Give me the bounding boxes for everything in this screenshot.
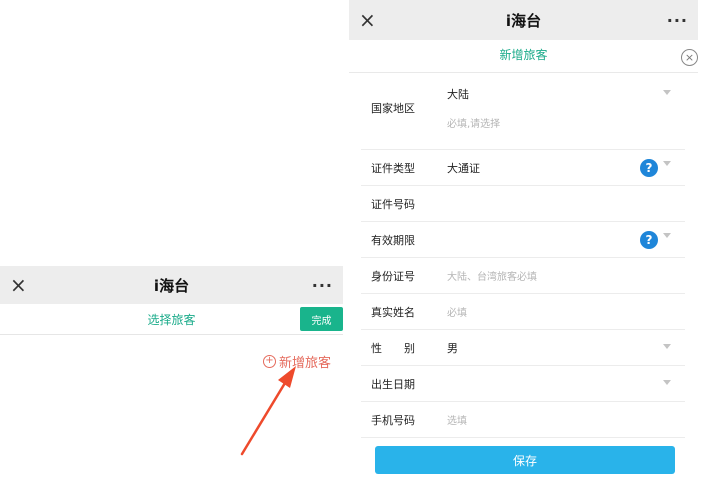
select-traveler-screen: × i海台 ··· 选择旅客 完成 + 新增旅客 — [0, 266, 343, 501]
close-circle-icon[interactable]: × — [681, 49, 698, 66]
id-number-row[interactable]: 证件号码 — [361, 186, 685, 222]
app-title: i海台 — [153, 276, 190, 295]
close-icon[interactable]: × — [359, 10, 376, 30]
nav-bar: × i海台 ··· — [349, 0, 698, 40]
sub-header: 新增旅客 — [349, 40, 698, 73]
more-icon[interactable]: ··· — [312, 276, 333, 295]
gender-value[interactable]: 男 — [447, 340, 458, 356]
chevron-down-icon[interactable] — [663, 344, 671, 349]
gender-row[interactable]: 性 别 男 — [361, 330, 685, 366]
done-button[interactable]: 完成 — [300, 307, 343, 331]
country-value[interactable]: 大陆 — [447, 86, 469, 102]
id-number-label: 证件号码 — [371, 198, 415, 211]
real-name-label: 真实姓名 — [371, 306, 415, 319]
country-label: 国家地区 — [371, 102, 415, 115]
sub-header: 选择旅客 完成 — [0, 304, 343, 335]
page-title: 选择旅客 — [147, 313, 196, 327]
red-arrow-annotation — [240, 366, 296, 456]
country-row[interactable]: 国家地区 大陆 必填,请选择 — [361, 73, 685, 150]
real-name-row[interactable]: 真实姓名 必填 — [361, 294, 685, 330]
id-card-row[interactable]: 身份证号 大陆、台湾旅客必填 — [361, 258, 685, 294]
chevron-down-icon[interactable] — [663, 161, 671, 166]
validity-label: 有效期限 — [371, 234, 415, 247]
close-icon[interactable]: × — [10, 275, 27, 295]
more-icon[interactable]: ··· — [667, 11, 688, 30]
page-title: 新增旅客 — [499, 48, 548, 62]
phone-input[interactable]: 选填 — [447, 412, 467, 427]
chevron-down-icon[interactable] — [663, 90, 671, 95]
chevron-down-icon[interactable] — [663, 233, 671, 238]
id-type-label: 证件类型 — [371, 162, 415, 175]
chevron-down-icon[interactable] — [663, 380, 671, 385]
birthday-row[interactable]: 出生日期 — [361, 366, 685, 402]
app-title: i海台 — [505, 11, 542, 30]
phone-row[interactable]: 手机号码 选填 — [361, 402, 685, 438]
phone-label: 手机号码 — [371, 414, 415, 427]
help-icon[interactable]: ? — [640, 159, 658, 177]
add-traveler-screen: × i海台 ··· 新增旅客 × 国家地区 大陆 必填,请选择 证件类型 大通证… — [349, 0, 702, 501]
save-button[interactable]: 保存 — [375, 446, 675, 474]
validity-row[interactable]: 有效期限 ? — [361, 222, 685, 258]
real-name-input[interactable]: 必填 — [447, 304, 467, 319]
help-icon[interactable]: ? — [640, 231, 658, 249]
country-hint: 必填,请选择 — [447, 119, 501, 130]
nav-bar: × i海台 ··· — [0, 266, 343, 304]
id-type-row[interactable]: 证件类型 大通证 ? — [361, 150, 685, 186]
birthday-label: 出生日期 — [371, 378, 415, 391]
id-card-input[interactable]: 大陆、台湾旅客必填 — [447, 268, 537, 283]
id-card-label: 身份证号 — [371, 270, 415, 283]
id-type-value[interactable]: 大通证 — [447, 160, 480, 176]
gender-label: 性 别 — [371, 342, 415, 355]
traveler-form: 国家地区 大陆 必填,请选择 证件类型 大通证 ? 证件号码 有效期限 ? 身份… — [361, 73, 685, 438]
